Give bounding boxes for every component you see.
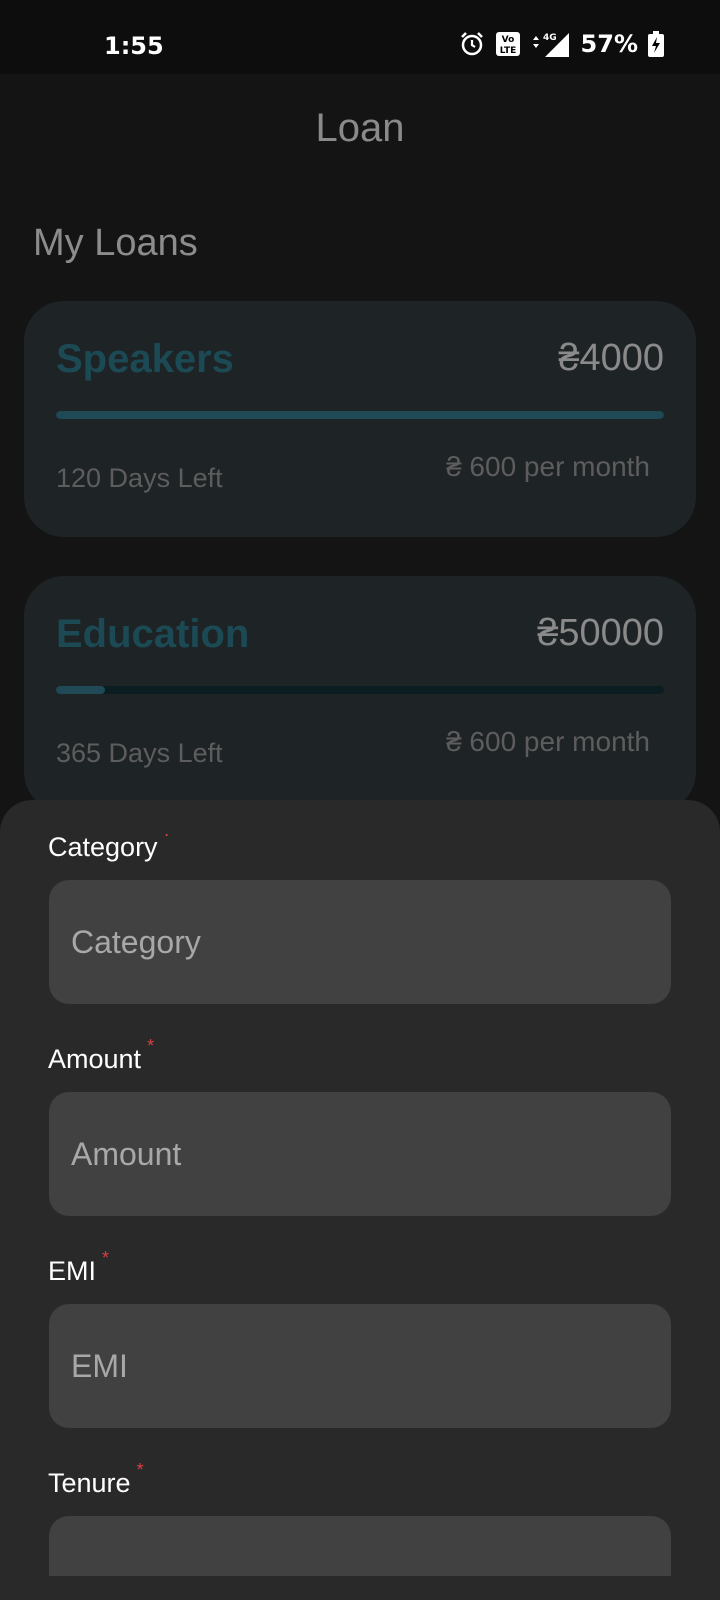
battery-charging-icon	[648, 31, 664, 57]
status-bar: 1:55 Vo LTE 4G 57%	[0, 0, 720, 74]
svg-text:LTE: LTE	[499, 46, 516, 56]
required-mark: *	[136, 1460, 144, 1480]
svg-text:4G: 4G	[543, 33, 557, 43]
loan-card-education[interactable]: Education ₴50000 365 Days Left ₴ 600 per…	[24, 576, 696, 812]
required-mark: *	[102, 1248, 110, 1268]
required-mark: *	[147, 1036, 155, 1056]
category-input[interactable]	[49, 880, 671, 1004]
amount-label-text: Amount	[48, 1044, 142, 1074]
loan-amount: ₴4000	[558, 337, 664, 379]
battery-percent: 57%	[580, 30, 638, 58]
volte-icon: Vo LTE	[495, 32, 520, 56]
emi-per-month: ₴ 600 per month	[446, 451, 650, 482]
loan-name: Speakers	[56, 337, 234, 381]
loan-progress-bar	[56, 411, 664, 419]
required-mark: ·	[163, 824, 170, 844]
emi-per-month: ₴ 600 per month	[446, 726, 650, 757]
loan-card-speakers[interactable]: Speakers ₴4000 120 Days Left ₴ 600 per m…	[24, 301, 696, 537]
loan-amount: ₴50000	[537, 612, 664, 654]
days-left: 120 Days Left	[56, 463, 223, 493]
loan-progress-bar	[56, 686, 664, 694]
status-time: 1:55	[104, 32, 164, 60]
svg-text:Vo: Vo	[501, 35, 514, 45]
status-icons: Vo LTE 4G 57%	[459, 30, 664, 58]
tenure-input[interactable]	[49, 1516, 671, 1576]
emi-label-text: EMI	[48, 1256, 97, 1286]
category-label: Category ·	[48, 824, 170, 863]
loan-progress-fill	[56, 686, 105, 694]
loan-name: Education	[56, 612, 250, 656]
category-label-text: Category	[48, 832, 158, 862]
tenure-label-text: Tenure	[48, 1468, 131, 1498]
amount-input[interactable]	[49, 1092, 671, 1216]
emi-label: EMI *	[48, 1248, 109, 1287]
page-title: Loan	[315, 106, 405, 150]
alarm-icon	[460, 32, 483, 56]
amount-label: Amount *	[48, 1036, 154, 1075]
emi-input[interactable]	[49, 1304, 671, 1428]
tenure-label: Tenure *	[48, 1460, 144, 1499]
signal-4g-icon: 4G	[532, 33, 569, 57]
add-loan-bottom-sheet: Category· Amount* EMI* Tenure*	[0, 800, 720, 1600]
days-left: 365 Days Left	[56, 738, 223, 768]
section-title: My Loans	[33, 222, 198, 264]
loan-progress-fill	[56, 411, 664, 419]
